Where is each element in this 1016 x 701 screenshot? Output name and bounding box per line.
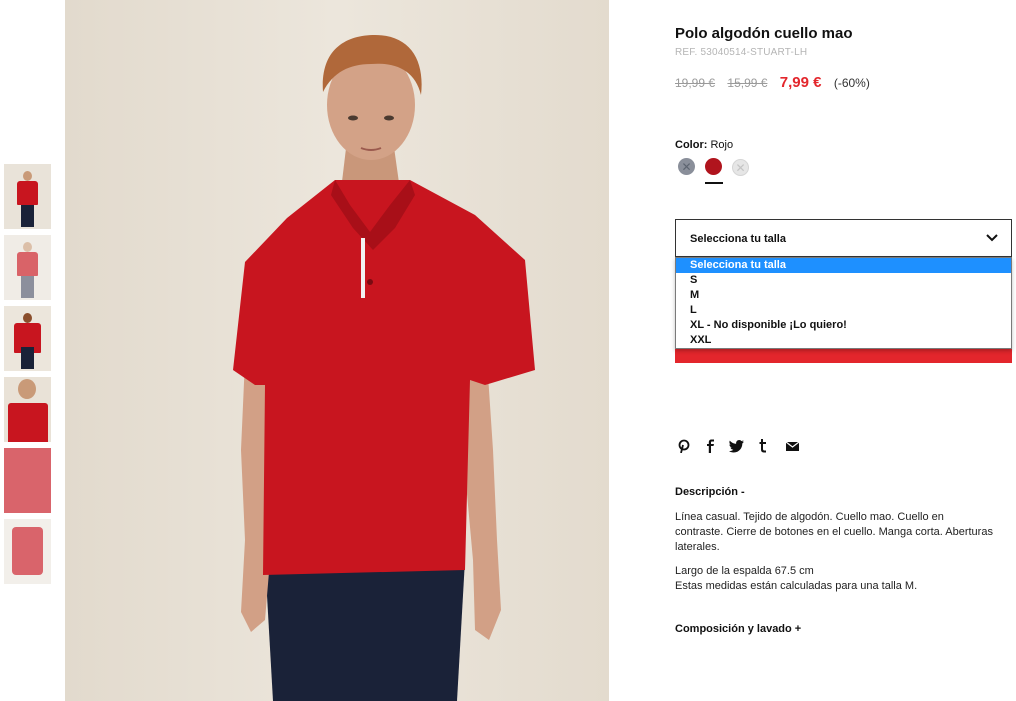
size-option-xl[interactable]: XL - No disponible ¡Lo quiero! (676, 318, 1011, 333)
product-main-image[interactable] (65, 0, 609, 701)
previous-price: 15,99 € (727, 76, 768, 90)
unavailable-x-icon: ✕ (681, 159, 692, 174)
color-label: Color: (675, 139, 708, 151)
price-row: 19,99 € 15,99 € 7,99 € (-60%) (675, 74, 870, 91)
discount-badge: (-60%) (833, 76, 870, 90)
pinterest-icon[interactable] (675, 437, 693, 455)
size-dropdown-list: Selecciona tu talla S M L XL - No dispon… (675, 257, 1012, 349)
thumbnail-collar[interactable] (4, 377, 51, 442)
product-title: Polo algodón cuello mao (675, 25, 853, 42)
email-icon[interactable] (783, 437, 801, 455)
facebook-icon[interactable] (701, 437, 719, 455)
thumbnail-back[interactable] (4, 306, 51, 371)
measure-back-length: Largo de la espalda 67.5 cm (675, 565, 814, 577)
size-option-xxl[interactable]: XXL (676, 333, 1011, 348)
thumbnail-flat[interactable] (4, 519, 51, 584)
description-text: Línea casual. Tejido de algodón. Cuello … (675, 511, 993, 553)
thumbnail-fabric[interactable] (4, 448, 51, 513)
size-option-s[interactable]: S (676, 273, 1011, 288)
description-heading[interactable]: Descripción - (675, 486, 745, 498)
size-option-m[interactable]: M (676, 288, 1011, 303)
thumbnail-full[interactable] (4, 235, 51, 300)
color-value: Rojo (710, 139, 734, 151)
selected-swatch-indicator (705, 182, 723, 184)
swatch-white[interactable]: ✕ (732, 159, 749, 176)
size-option-placeholder[interactable]: Selecciona tu talla (676, 258, 1011, 273)
size-select[interactable]: Selecciona tu talla (675, 219, 1012, 257)
size-option-l[interactable]: L (676, 303, 1011, 318)
swatch-grey[interactable]: ✕ (678, 158, 695, 175)
unavailable-x-icon: ✕ (735, 160, 746, 175)
thumbnail-front[interactable] (4, 164, 51, 229)
current-price: 7,99 € (779, 74, 822, 91)
twitter-icon[interactable] (727, 437, 745, 455)
product-reference: REF. 53040514-STUART-LH (675, 47, 808, 58)
original-price: 19,99 € (675, 76, 716, 90)
thumbnail-list (4, 164, 51, 590)
chevron-down-icon (985, 230, 999, 247)
color-label-row: Color: Rojo (675, 139, 733, 151)
swatch-red[interactable] (705, 158, 722, 175)
measurements: Largo de la espalda 67.5 cm Estas medida… (675, 564, 995, 594)
tumblr-icon[interactable] (754, 437, 772, 455)
composition-heading[interactable]: Composición y lavado + (675, 623, 801, 635)
model-wearing-polo (233, 35, 535, 701)
measure-note: Estas medidas están calculadas para una … (675, 580, 918, 592)
size-select-label: Selecciona tu talla (690, 233, 786, 245)
